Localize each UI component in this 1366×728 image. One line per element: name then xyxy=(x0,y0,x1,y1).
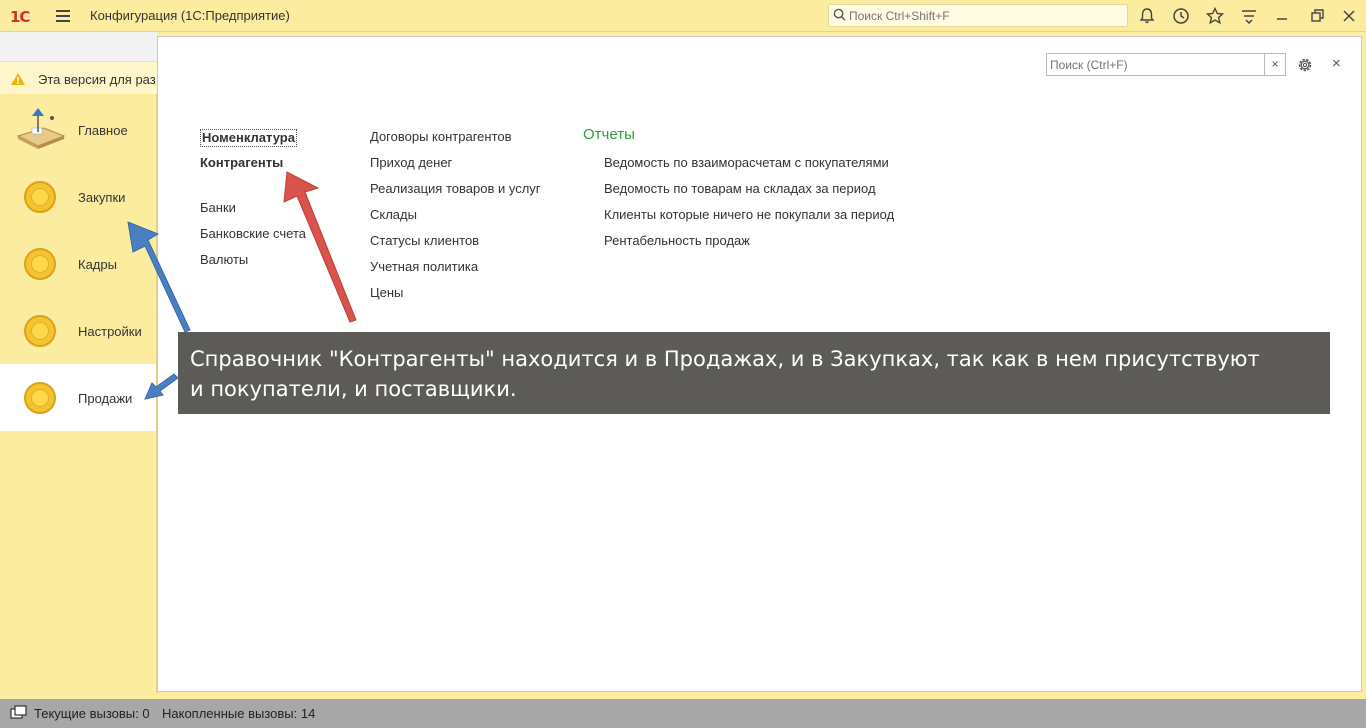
link-report-settlements[interactable]: Ведомость по взаиморасчетам с покупателя… xyxy=(604,155,894,181)
sidebar-item-label: Настройки xyxy=(78,324,142,339)
warning-icon xyxy=(11,73,25,85)
desk-lamp-icon xyxy=(16,108,66,149)
sidebar-item-label: Кадры xyxy=(78,257,117,272)
callout-line-1: Справочник "Контрагенты" находится и в П… xyxy=(190,347,1260,371)
status-bar: Текущие вызовы: 0 Накопленные вызовы: 14 xyxy=(0,699,1366,728)
link-nomenclature[interactable]: Номенклатура xyxy=(200,129,306,155)
server-calls-icon[interactable] xyxy=(10,705,28,721)
clear-search-button[interactable]: × xyxy=(1265,53,1286,76)
app-title: Конфигурация (1С:Предприятие) xyxy=(90,8,290,23)
sidebar-item-hr[interactable]: Кадры xyxy=(0,230,156,297)
link-counterparties[interactable]: Контрагенты xyxy=(200,155,306,181)
panel-search[interactable] xyxy=(1046,53,1265,76)
gear-icon[interactable] xyxy=(1296,56,1314,74)
bell-icon[interactable] xyxy=(1137,6,1157,26)
link-report-inactive-clients[interactable]: Клиенты которые ничего не покупали за пе… xyxy=(604,207,894,233)
link-warehouses[interactable]: Склады xyxy=(370,207,541,233)
link-banks[interactable]: Банки xyxy=(200,200,306,226)
link-client-statuses[interactable]: Статусы клиентов xyxy=(370,233,541,259)
link-report-stock[interactable]: Ведомость по товарам на складах за перио… xyxy=(604,181,894,207)
current-calls: Текущие вызовы: 0 xyxy=(34,706,150,721)
sidebar-item-label: Главное xyxy=(78,123,128,138)
sidebar-item-settings[interactable]: Настройки xyxy=(0,297,156,364)
catalogs-column: Номенклатура Контрагенты Банки Банковски… xyxy=(200,129,306,278)
menu-icon[interactable] xyxy=(56,10,70,22)
sections-sidebar: Главное Закупки Кадры Настройки Продажи xyxy=(0,94,157,694)
link-currencies[interactable]: Валюты xyxy=(200,252,306,278)
minimize-icon[interactable] xyxy=(1272,6,1292,26)
history-icon[interactable] xyxy=(1171,6,1191,26)
reports-column: Отчеты Ведомость по взаиморасчетам с пок… xyxy=(583,125,894,259)
link-sales-of-goods[interactable]: Реализация товаров и услуг xyxy=(370,181,541,207)
star-icon[interactable] xyxy=(1205,6,1225,26)
link-contracts[interactable]: Договоры контрагентов xyxy=(370,129,541,155)
close-panel-button[interactable]: × xyxy=(1332,55,1341,72)
coin-icon xyxy=(24,248,56,280)
warning-bar: Эта версия для раз xyxy=(0,62,157,94)
title-bar: 1С Конфигурация (1С:Предприятие) xyxy=(0,0,1366,32)
sidebar-item-label: Продажи xyxy=(78,391,133,406)
link-accounting-policy[interactable]: Учетная политика xyxy=(370,259,541,285)
close-window-icon[interactable] xyxy=(1339,6,1359,26)
coin-icon xyxy=(24,181,56,213)
filter-menu-icon[interactable] xyxy=(1239,6,1259,26)
panel-search-input[interactable] xyxy=(1050,56,1250,74)
link-report-profitability[interactable]: Рентабельность продаж xyxy=(604,233,894,259)
sidebar-item-main[interactable]: Главное xyxy=(0,96,156,163)
coin-icon xyxy=(24,382,56,414)
link-bank-accounts[interactable]: Банковские счета xyxy=(200,226,306,252)
documents-column: Договоры контрагентов Приход денег Реали… xyxy=(370,129,541,311)
global-search[interactable] xyxy=(828,4,1128,27)
callout-line-2: и покупатели, и поставщики. xyxy=(190,377,517,401)
sidebar-item-purchases[interactable]: Закупки xyxy=(0,163,156,230)
annotation-callout: Справочник "Контрагенты" находится и в П… xyxy=(178,332,1330,414)
sidebar-item-sales[interactable]: Продажи xyxy=(0,364,156,431)
accumulated-calls: Накопленные вызовы: 14 xyxy=(162,706,316,721)
1c-logo[interactable]: 1С xyxy=(10,8,30,26)
tab-strip xyxy=(0,32,157,62)
link-cash-receipt[interactable]: Приход денег xyxy=(370,155,541,181)
restore-icon[interactable] xyxy=(1307,6,1327,26)
link-prices[interactable]: Цены xyxy=(370,285,541,311)
coin-icon xyxy=(24,315,56,347)
search-icon xyxy=(833,8,846,21)
global-search-input[interactable] xyxy=(849,7,1119,25)
sidebar-item-label: Закупки xyxy=(78,190,126,205)
reports-header: Отчеты xyxy=(583,126,635,143)
warning-text: Эта версия для раз xyxy=(38,72,156,87)
